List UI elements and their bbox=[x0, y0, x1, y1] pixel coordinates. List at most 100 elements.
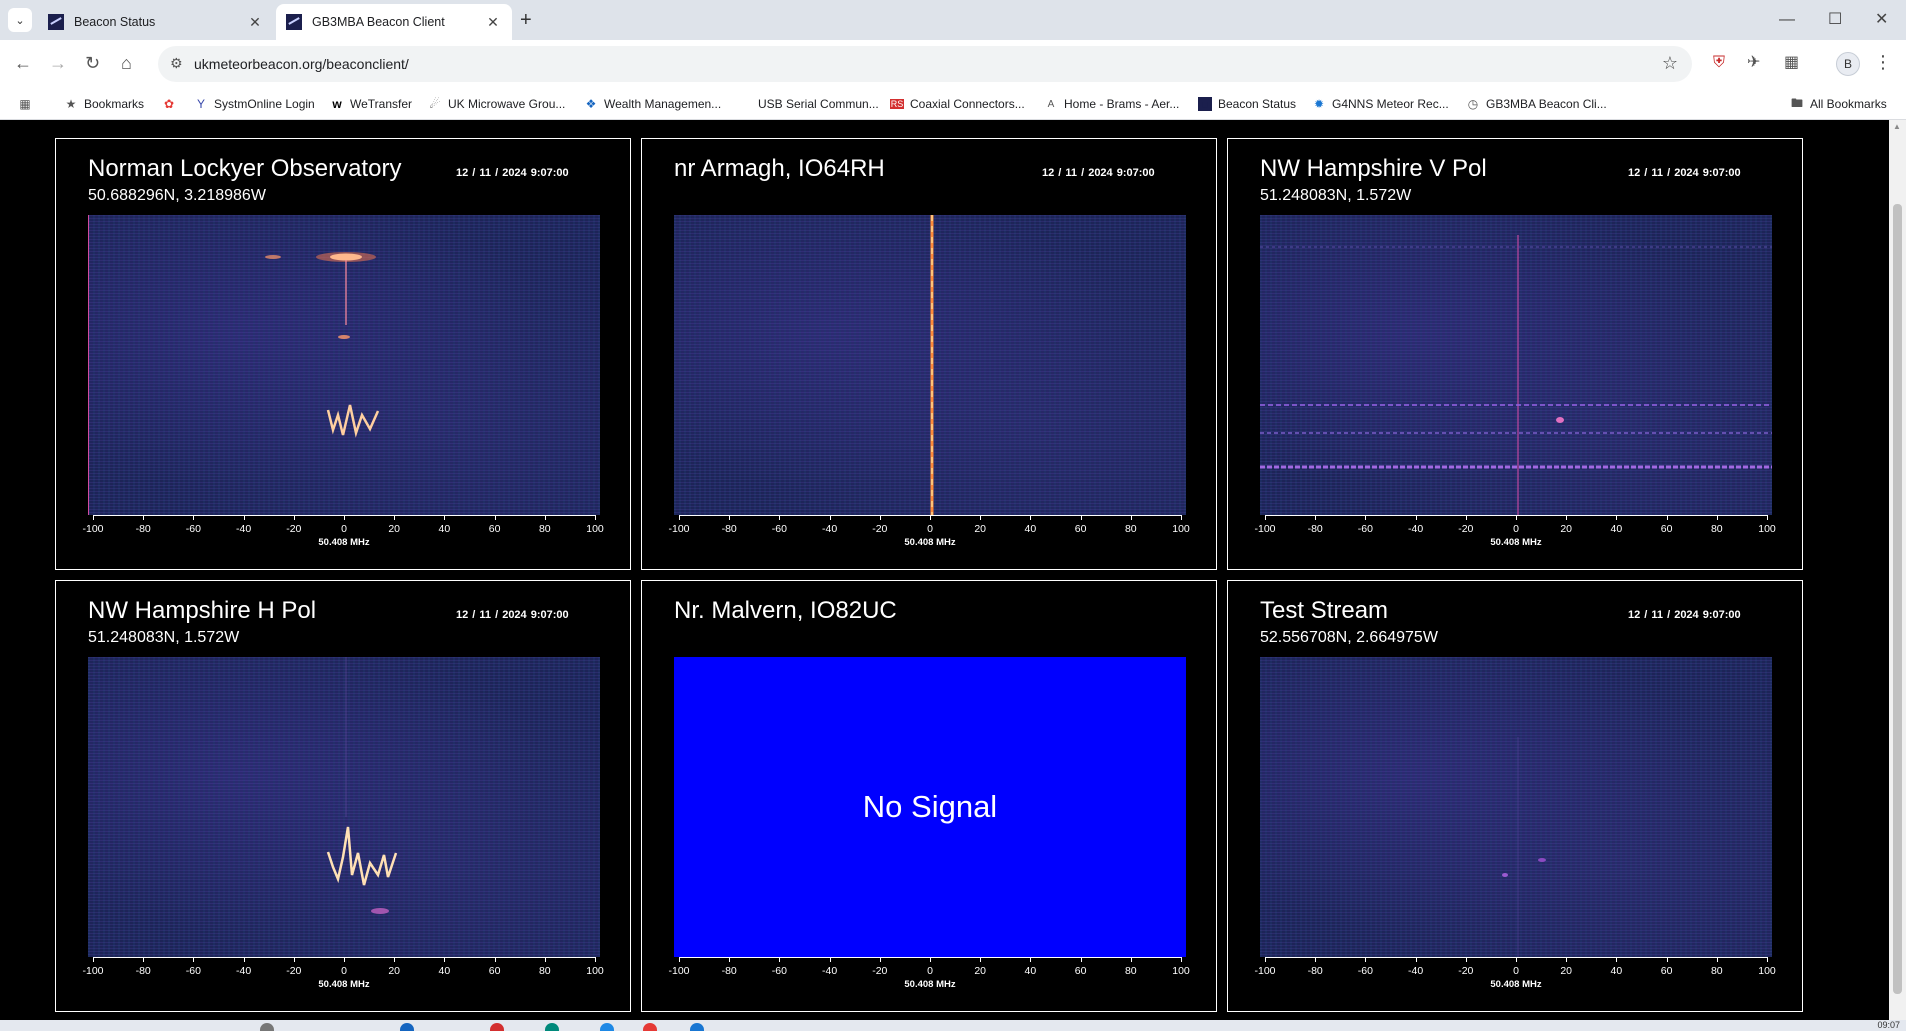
axis-tick-label: -80 bbox=[135, 965, 151, 977]
bookmark-item[interactable]: ■ Beacon Status bbox=[1198, 94, 1296, 114]
axis-tick-label: -100 bbox=[1254, 523, 1276, 535]
frequency-axis: -100 -80 -60 -40 -20 0 20 40 60 80 100 50.408 MHz bbox=[668, 515, 1190, 555]
bookmark-label: UK Microwave Grou... bbox=[448, 97, 566, 111]
apps-grid-icon[interactable]: ▦ bbox=[18, 94, 38, 114]
frequency-label: 50.408 MHz bbox=[904, 537, 956, 548]
taskbar-app-icon[interactable] bbox=[545, 1023, 559, 1031]
axis-tick bbox=[595, 957, 596, 962]
bookmark-item[interactable]: A Home - Brams - Aer... bbox=[1044, 94, 1180, 114]
axis-tick bbox=[1465, 515, 1467, 520]
bookmark-item[interactable]: ✹ G4NNS Meteor Rec... bbox=[1312, 94, 1449, 114]
g4nns-logo-icon: ✹ bbox=[1313, 97, 1325, 111]
axis-tick bbox=[1516, 957, 1517, 962]
new-tab-icon[interactable]: + bbox=[520, 10, 532, 30]
spectrogram-view bbox=[88, 215, 600, 515]
extension-airplane-icon[interactable]: ✈ bbox=[1747, 53, 1760, 73]
bookmarks-bar: ▦ ★ Bookmarks ✿ Y SystmOnline Login w WeTra… bbox=[0, 88, 1906, 120]
chevron-down-icon: ⌄ bbox=[15, 14, 25, 27]
bookmark-item[interactable]: Y SystmOnline Login bbox=[194, 94, 315, 114]
more-menu-icon[interactable]: ⋮ bbox=[1874, 52, 1892, 73]
axis-tick bbox=[1566, 515, 1568, 520]
axis-tick-label: 40 bbox=[438, 523, 451, 535]
window-close-icon[interactable]: ✕ bbox=[1875, 10, 1888, 30]
forward-arrow-icon[interactable]: → bbox=[49, 52, 67, 74]
tab-beacon-client[interactable]: GB3MBA Beacon Client ✕ bbox=[276, 4, 512, 40]
bookmark-item[interactable]: ☄ UK Microwave Grou... bbox=[428, 94, 566, 114]
axis-tick bbox=[544, 957, 546, 962]
taskbar-app-icon[interactable] bbox=[690, 1023, 704, 1031]
axis-tick bbox=[1666, 957, 1668, 962]
home-icon[interactable]: ⌂ bbox=[121, 52, 132, 74]
axis-tick bbox=[1265, 957, 1266, 962]
bookmark-item[interactable]: w WeTransfer bbox=[330, 94, 412, 114]
tab-title: Beacon Status bbox=[74, 15, 156, 29]
back-arrow-icon[interactable]: ← bbox=[14, 52, 32, 74]
bookmark-label: Home - Brams - Aer... bbox=[1064, 97, 1180, 111]
bookmark-item[interactable]: ❖ Wealth Managemen... bbox=[584, 94, 722, 114]
page-scrollbar[interactable]: ▲ bbox=[1889, 120, 1906, 1020]
axis-tick-label: -40 bbox=[1408, 523, 1424, 535]
extension-shield-icon[interactable]: ⛨ bbox=[1713, 53, 1725, 73]
minimize-icon[interactable]: — bbox=[1779, 10, 1795, 30]
taskbar-clock: 09:07 bbox=[1877, 1020, 1900, 1030]
bookmark-item[interactable]: ◷ GB3MBA Beacon Cli... bbox=[1466, 94, 1607, 114]
axis-tick-label: 20 bbox=[974, 523, 987, 535]
axis-tick bbox=[494, 515, 496, 520]
reload-icon[interactable]: ↻ bbox=[85, 52, 100, 74]
site-info-icon[interactable]: ⚙ bbox=[170, 55, 183, 72]
taskbar-app-icon[interactable] bbox=[490, 1023, 504, 1031]
frequency-axis: -100 -80 -60 -40 -20 0 20 40 60 80 100 50.408 MHz bbox=[1254, 957, 1776, 997]
bookmark-item[interactable]: RS Coaxial Connectors... bbox=[890, 94, 1025, 114]
axis-tick bbox=[1080, 957, 1082, 962]
axis-tick bbox=[93, 515, 94, 520]
axis-tick-label: 80 bbox=[1124, 523, 1137, 535]
axis-tick-label: 60 bbox=[488, 523, 501, 535]
bookmark-label: USB Serial Commun... bbox=[758, 97, 879, 111]
frequency-label: 50.408 MHz bbox=[1490, 537, 1542, 548]
beacon-panel: nr Armagh, IO64RH 12 / 11 / 2024 9:07:00 -… bbox=[641, 138, 1217, 570]
beacon-panel: Test Stream 52.556708N, 2.664975W 12 / 11 … bbox=[1227, 580, 1803, 1012]
axis-tick bbox=[1130, 957, 1132, 962]
address-bar[interactable]: ⚙ ukmeteorbeacon.org/beaconclient/ ☆ bbox=[158, 46, 1692, 82]
close-icon[interactable]: ✕ bbox=[484, 14, 502, 31]
bookmark-star-icon[interactable]: ☆ bbox=[1662, 53, 1678, 74]
axis-tick bbox=[344, 957, 345, 962]
timestamp: 12 / 11 / 2024 9:07:00 bbox=[456, 609, 569, 621]
rs-logo-icon: RS bbox=[890, 99, 904, 109]
axis-tick-label: -60 bbox=[1357, 523, 1373, 535]
bookmark-item[interactable]: ✿ bbox=[162, 94, 182, 114]
star-icon: ★ bbox=[65, 97, 77, 111]
extensions-puzzle-icon[interactable]: ▦ bbox=[1784, 53, 1799, 73]
scroll-up-icon[interactable]: ▲ bbox=[1893, 122, 1901, 131]
axis-tick-label: -80 bbox=[135, 523, 151, 535]
axis-tick bbox=[729, 957, 731, 962]
taskbar-app-icon[interactable] bbox=[400, 1023, 414, 1031]
frequency-axis: -100 -80 -60 -40 -20 0 20 40 60 80 100 50.408 MHz bbox=[82, 515, 604, 555]
axis-tick bbox=[829, 957, 831, 962]
bookmark-item[interactable]: USB Serial Commun... bbox=[738, 94, 879, 114]
tab-beacon-status[interactable]: Beacon Status ✕ bbox=[38, 4, 274, 40]
folder-icon: 🖿 bbox=[1790, 95, 1803, 110]
timestamp: 12 / 11 / 2024 9:07:00 bbox=[1628, 167, 1741, 179]
axis-tick bbox=[980, 515, 982, 520]
axis-tick bbox=[1616, 957, 1618, 962]
axis-tick-label: -40 bbox=[822, 965, 838, 977]
taskbar-app-icon[interactable] bbox=[643, 1023, 657, 1031]
axis-tick bbox=[444, 515, 446, 520]
axis-tick bbox=[1315, 957, 1317, 962]
axis-tick bbox=[1415, 957, 1417, 962]
close-icon[interactable]: ✕ bbox=[246, 14, 264, 31]
tab-search-button[interactable]: ⌄ bbox=[8, 8, 32, 32]
profile-avatar[interactable]: B bbox=[1836, 52, 1860, 76]
axis-tick bbox=[1181, 957, 1182, 962]
axis-tick bbox=[193, 957, 195, 962]
axis-tick-label: -60 bbox=[771, 965, 787, 977]
scroll-thumb[interactable] bbox=[1893, 204, 1902, 994]
maximize-icon[interactable]: ☐ bbox=[1828, 10, 1842, 30]
axis-tick-label: 0 bbox=[1513, 965, 1519, 977]
bookmark-item[interactable]: ★ Bookmarks bbox=[64, 94, 144, 114]
taskbar-app-icon[interactable] bbox=[260, 1023, 274, 1031]
taskbar-app-icon[interactable] bbox=[600, 1023, 614, 1031]
all-bookmarks-button[interactable]: 🖿 All Bookmarks bbox=[1790, 94, 1887, 114]
station-title: NW Hampshire V Pol bbox=[1260, 155, 1487, 182]
